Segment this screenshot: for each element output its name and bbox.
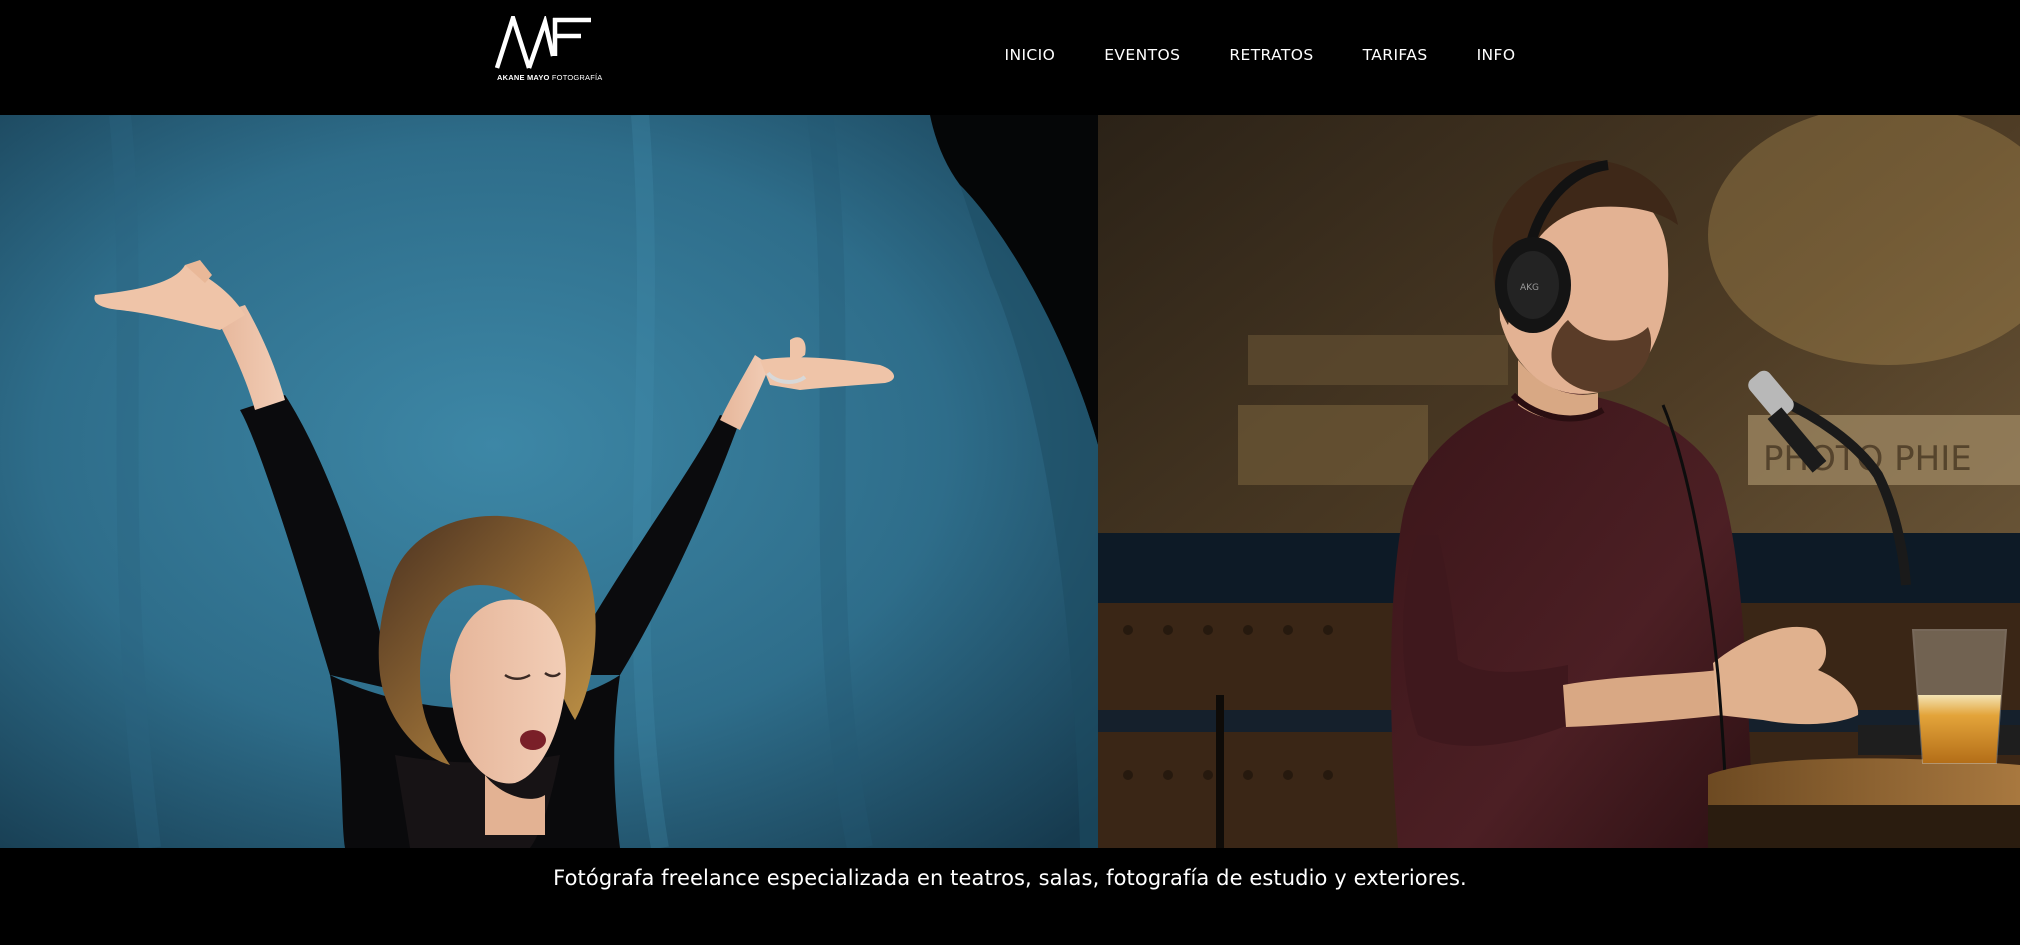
nav-item-inicio[interactable]: INICIO xyxy=(980,45,1080,65)
logo-name: AKANE MAYO xyxy=(497,73,550,82)
nav-item-retratos[interactable]: RETRATOS xyxy=(1205,45,1338,65)
nav-item-eventos[interactable]: EVENTOS xyxy=(1080,45,1205,65)
man-podcast-image: PHOTO PHIE AKG xyxy=(1098,115,2020,848)
site-header: AKANE MAYO FOTOGRAFÍA INICIO EVENTOS RET… xyxy=(0,0,2020,115)
woman-performer-image xyxy=(0,115,1098,848)
hero-gallery: PHOTO PHIE AKG xyxy=(0,115,2020,848)
logo-mark-icon xyxy=(495,16,591,69)
logo-caption: AKANE MAYO FOTOGRAFÍA xyxy=(497,73,602,82)
logo-link[interactable]: AKANE MAYO FOTOGRAFÍA xyxy=(495,16,602,86)
logo-subtitle: FOTOGRAFÍA xyxy=(551,73,603,82)
hero-photo-left xyxy=(0,115,1098,848)
main-nav: INICIO EVENTOS RETRATOS TARIFAS INFO xyxy=(980,0,1540,110)
hero-photo-right: PHOTO PHIE AKG xyxy=(1098,115,2020,848)
tagline: Fotógrafa freelance especializada en tea… xyxy=(553,866,1467,890)
nav-item-tarifas[interactable]: TARIFAS xyxy=(1338,45,1452,65)
page: AKANE MAYO FOTOGRAFÍA INICIO EVENTOS RET… xyxy=(0,0,2020,945)
nav-item-info[interactable]: INFO xyxy=(1452,45,1540,65)
svg-text:AKG: AKG xyxy=(1520,283,1539,293)
